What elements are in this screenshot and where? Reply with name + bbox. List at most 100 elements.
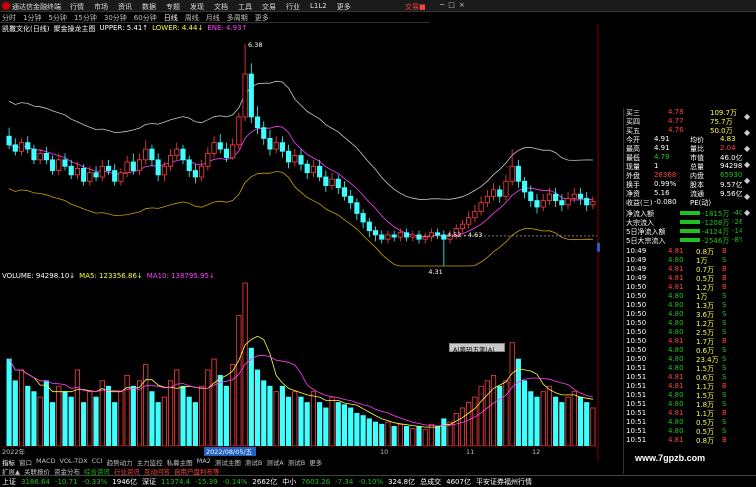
order-book-row[interactable]: 买四 4.77 75.7万 — [624, 117, 756, 126]
fund-flow-row[interactable]: 大宗流入-1208万-26% — [624, 218, 756, 227]
stat-row[interactable]: 今开 4.91 均价 4.83 — [624, 135, 756, 144]
indicator-tab[interactable]: 私募主图 — [167, 457, 193, 467]
tick-row[interactable]: 10:50 4.80 3.6万 S — [624, 310, 756, 319]
extension-tab[interactable]: 资金分布 — [54, 466, 80, 476]
side-tool-icon[interactable]: ◆ — [744, 208, 750, 217]
period-tab[interactable]: 60分钟 — [134, 13, 157, 23]
tick-row[interactable]: 10:49 4.81 0.7万 B — [624, 265, 756, 274]
menu-item[interactable]: 资讯 — [118, 2, 132, 12]
menu-item[interactable]: 专题 — [166, 2, 180, 12]
tick-row[interactable]: 10:50 4.81 1.2万 B — [624, 283, 756, 292]
extension-tab[interactable]: 关联报价 — [24, 466, 50, 476]
indicator-tab[interactable]: 主力监控 — [137, 457, 163, 467]
period-tab[interactable]: 30分钟 — [104, 13, 127, 23]
maximize-icon[interactable]: □ — [448, 1, 455, 9]
indicator-tab[interactable]: 更多 — [309, 457, 322, 467]
indicator-tab[interactable]: 趋势动力 — [107, 457, 133, 467]
period-tab[interactable]: 1分钟 — [23, 13, 41, 23]
stat-row[interactable]: 换手 0.99% 股本 9.57亿 — [624, 180, 756, 189]
tick-row[interactable]: 10:51 4.80 1.8万 S — [624, 400, 756, 409]
tick-row[interactable]: 10:50 4.80 23.4万 S — [624, 355, 756, 364]
side-toolbar[interactable]: ◆ ◆ ◆ ◆ ◆ ◆ ◆ — [742, 108, 756, 453]
stat-row[interactable]: 最低 4.79 市值 46.0亿 — [624, 153, 756, 162]
period-tab[interactable]: 更多 — [255, 13, 269, 23]
indicator-tab[interactable]: 窗口 — [19, 457, 32, 467]
period-tab[interactable]: 5分钟 — [48, 13, 66, 23]
extension-tab[interactable]: 行业资讯 — [114, 466, 140, 476]
trade-button[interactable]: 交易■ — [405, 2, 426, 12]
minimize-icon[interactable]: ─ — [440, 1, 444, 9]
extension-tab[interactable]: 自用户盘利布等 — [174, 466, 220, 476]
menu-item[interactable]: 更多 — [337, 2, 351, 12]
indicator-tab[interactable]: MACD — [36, 457, 55, 466]
indicator-tab[interactable]: MA2 — [197, 457, 211, 466]
period-tab[interactable]: 日线 — [164, 13, 178, 23]
tick-row[interactable]: 10:51 4.81 1.1万 B — [624, 409, 756, 418]
menu-item[interactable]: 数据 — [142, 2, 156, 12]
indicator-tab[interactable]: CCI — [92, 457, 103, 466]
tick-row[interactable]: 10:50 4.81 1.7万 B — [624, 337, 756, 346]
fund-flow-row[interactable]: 净流入额-1815万-40% — [624, 209, 756, 218]
tick-row[interactable]: 10:51 4.81 0.8万 B — [624, 436, 756, 445]
extension-tab[interactable]: 互动问答 — [144, 466, 170, 476]
period-tab[interactable]: 分时 — [2, 13, 16, 23]
indicator-tab[interactable]: 指标 — [2, 457, 15, 467]
stat-row[interactable]: 现量 1 总量 94298 — [624, 162, 756, 171]
sh-label[interactable]: 上证 — [2, 477, 16, 487]
stat-row[interactable]: 外盘 28368 内盘 65930 — [624, 171, 756, 180]
period-tab[interactable]: 多周期 — [227, 13, 248, 23]
fund-flow-row[interactable]: 5日大宗流入 -2546万 -8% — [624, 236, 756, 245]
indicator-tab[interactable]: 测试B — [288, 457, 305, 467]
indicator-tab[interactable]: VOL-TDX — [59, 457, 87, 466]
stat-row[interactable]: 收益(三) -0.080 PE(动) — [624, 198, 756, 207]
menu-item[interactable]: L1L2 — [310, 2, 327, 12]
tick-row[interactable]: 10:49 4.80 1万 S — [624, 256, 756, 265]
tick-row[interactable]: 10:51 4.81 0.6万 S — [624, 373, 756, 382]
tick-row[interactable]: 10:49 4.81 0.5万 B — [624, 274, 756, 283]
indicator-tab[interactable]: 测试主图 — [215, 457, 241, 467]
tick-row[interactable]: 10:51 4.81 1.1万 B — [624, 382, 756, 391]
menu-item[interactable]: 交易 — [262, 2, 276, 12]
stat-row[interactable]: 最高 4.91 量比 2.04 — [624, 144, 756, 153]
tick-row[interactable]: 10:51 4.80 1.5万 S — [624, 391, 756, 400]
side-tool-icon[interactable]: ◆ — [744, 112, 750, 121]
tick-row[interactable]: 10:51 4.80 0.5万 S — [624, 427, 756, 436]
period-tab[interactable]: 周线 — [185, 13, 199, 23]
sz-label[interactable]: 深证 — [142, 477, 156, 487]
tick-row[interactable]: 10:49 4.81 0.8万 B — [624, 247, 756, 256]
menu-item[interactable]: 发现 — [190, 2, 204, 12]
menu-item[interactable]: 市场 — [94, 2, 108, 12]
indicator-name[interactable]: 聚金操龙主图 — [53, 24, 95, 34]
tick-row[interactable]: 10:50 4.80 0.6万 S — [624, 346, 756, 355]
menu-item[interactable]: 行业 — [286, 2, 300, 12]
tick-row[interactable]: 10:50 4.80 1万 S — [624, 292, 756, 301]
candlestick-chart[interactable]: 5.605.405.205.004.804.606.384.52 - 4.634… — [0, 24, 600, 274]
tick-row[interactable]: 10:50 4.80 2.5万 S — [624, 328, 756, 337]
tick-row[interactable]: 10:51 4.80 0.5万 S — [624, 418, 756, 427]
side-tool-icon[interactable]: ◆ — [744, 128, 750, 137]
close-icon[interactable]: × — [459, 1, 465, 9]
fund-flow-row[interactable]: 5日净流入额-4124万-14% — [624, 227, 756, 236]
menu-item[interactable]: 工具 — [238, 2, 252, 12]
volume-chart[interactable]: 1400012000100008000600040002000 — [0, 271, 600, 461]
stat-row[interactable]: 净资 5.16 流通 9.56亿 — [624, 189, 756, 198]
indicator-tab[interactable]: 测试A — [266, 457, 283, 467]
tick-row[interactable]: 10:50 4.80 1.2万 S — [624, 319, 756, 328]
tick-row[interactable]: 10:50 4.80 1.3万 S — [624, 301, 756, 310]
tick-row[interactable]: 10:51 4.80 1.5万 S — [624, 364, 756, 373]
zx-label[interactable]: 中小 — [282, 477, 296, 487]
indicator-tab[interactable]: 测试B — [245, 457, 262, 467]
extension-tab[interactable]: 扩展▲ — [2, 466, 20, 476]
period-tab[interactable]: 15分钟 — [74, 13, 97, 23]
period-tab[interactable]: 月线 — [206, 13, 220, 23]
side-tool-icon[interactable]: ◆ — [744, 192, 750, 201]
chip-popup[interactable]: A|筹码五笔|A| — [449, 343, 505, 354]
menu-item[interactable]: 行情 — [70, 2, 84, 12]
menu-item[interactable]: 文档 — [214, 2, 228, 12]
extension-tab[interactable]: 综合资讯 — [84, 466, 110, 476]
side-tool-icon[interactable]: ◆ — [744, 176, 750, 185]
side-tool-icon[interactable]: ◆ — [744, 144, 750, 153]
order-book-row[interactable]: 买三 4.78 109.7万 — [624, 108, 756, 117]
order-book-row[interactable]: 买五 4.76 50.0万 — [624, 126, 756, 135]
side-tool-icon[interactable]: ◆ — [744, 160, 750, 169]
